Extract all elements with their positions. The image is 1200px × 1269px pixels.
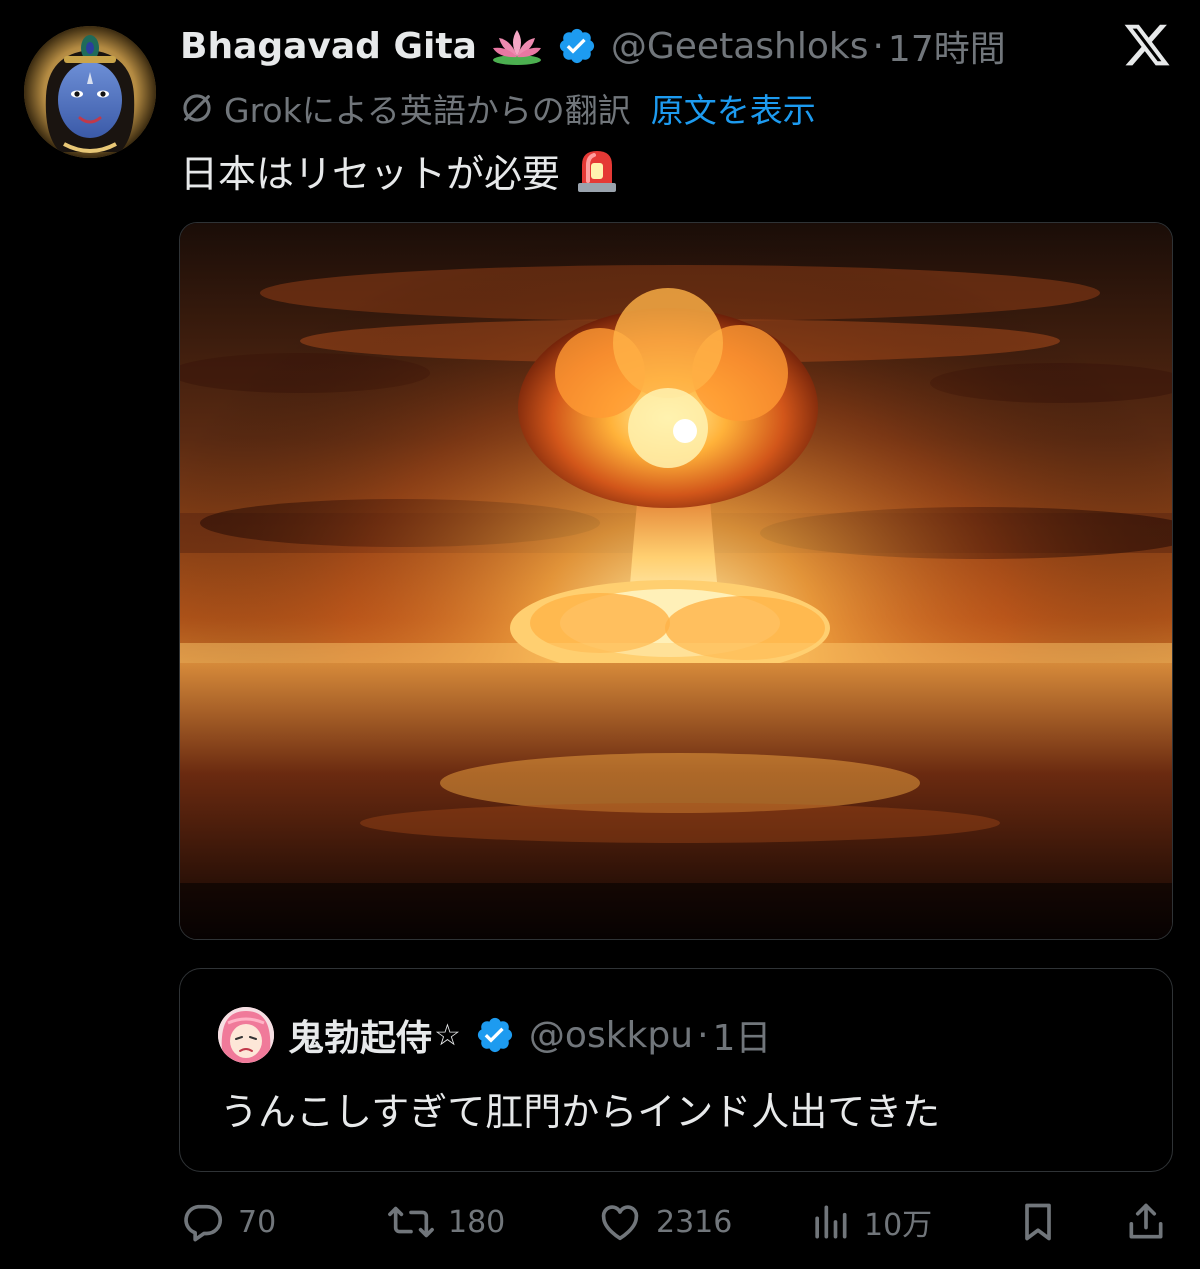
share-icon (1124, 1198, 1168, 1246)
tweet-body: 日本はリセットが必要 (180, 151, 561, 196)
view-count: 10万 (864, 1208, 933, 1243)
tweet-media-image[interactable] (179, 222, 1173, 940)
translation-label: Grokによる英語からの翻訳 (224, 91, 631, 130)
reply-icon (180, 1199, 226, 1245)
verified-badge-icon[interactable] (557, 26, 597, 66)
views-button[interactable]: 10万 (808, 1196, 932, 1248)
quoted-author-avatar[interactable] (218, 1007, 274, 1063)
grok-icon (180, 91, 214, 125)
tweet-timestamp[interactable]: 17時間 (888, 20, 1006, 72)
quoted-tweet-header: 鬼勃起侍 ☆ @oskkpu · 1日 (218, 1007, 771, 1063)
heart-icon (596, 1199, 644, 1245)
author-display-name[interactable]: Bhagavad Gita (180, 26, 477, 67)
x-logo-icon[interactable] (1122, 20, 1172, 70)
mushroom-cloud-image-icon (180, 223, 1172, 939)
tweet-text: 日本はリセットが必要 (180, 142, 620, 198)
separator-dot: · (872, 25, 884, 67)
quoted-verified-badge-icon[interactable] (475, 1015, 515, 1055)
quoted-author-handle[interactable]: @oskkpu (529, 1015, 693, 1056)
retweet-count: 180 (448, 1204, 506, 1240)
author-avatar[interactable] (24, 26, 156, 158)
rotating-light-siren-icon (574, 145, 620, 195)
like-count: 2316 (656, 1204, 733, 1240)
quoted-separator-dot: · (697, 1014, 709, 1056)
show-original-link[interactable]: 原文を表示 (651, 84, 816, 132)
retweet-icon (386, 1199, 436, 1245)
quoted-author-star: ☆ (434, 1017, 461, 1053)
tweet: Bhagavad Gita @Geetashloks · 17時間 Grokによ… (0, 0, 1200, 1269)
quoted-tweet-text: うんこしすぎて肛門からインド人出てきた (220, 1090, 941, 1134)
reply-button[interactable]: 70 (180, 1196, 276, 1248)
bookmark-icon (1016, 1198, 1060, 1246)
tweet-action-bar: 70 180 2316 10万 (180, 1196, 1174, 1248)
translation-notice: Grokによる英語からの翻訳 原文を表示 (180, 84, 816, 132)
like-button[interactable]: 2316 (596, 1196, 732, 1248)
lotus-icon (491, 26, 543, 66)
bookmark-button[interactable] (1016, 1196, 1060, 1248)
retweet-button[interactable]: 180 (386, 1196, 505, 1248)
author-handle[interactable]: @Geetashloks (611, 26, 869, 67)
tweet-header: Bhagavad Gita @Geetashloks · 17時間 (180, 20, 1006, 72)
quoted-author-display-name[interactable]: 鬼勃起侍 (288, 1009, 432, 1061)
analytics-icon (808, 1199, 852, 1245)
quoted-tweet[interactable]: 鬼勃起侍 ☆ @oskkpu · 1日 うんこしすぎて肛門からインド人出てきた (179, 968, 1173, 1172)
share-button[interactable] (1124, 1196, 1168, 1248)
reply-count: 70 (238, 1204, 277, 1240)
quoted-tweet-timestamp[interactable]: 1日 (713, 1009, 772, 1061)
